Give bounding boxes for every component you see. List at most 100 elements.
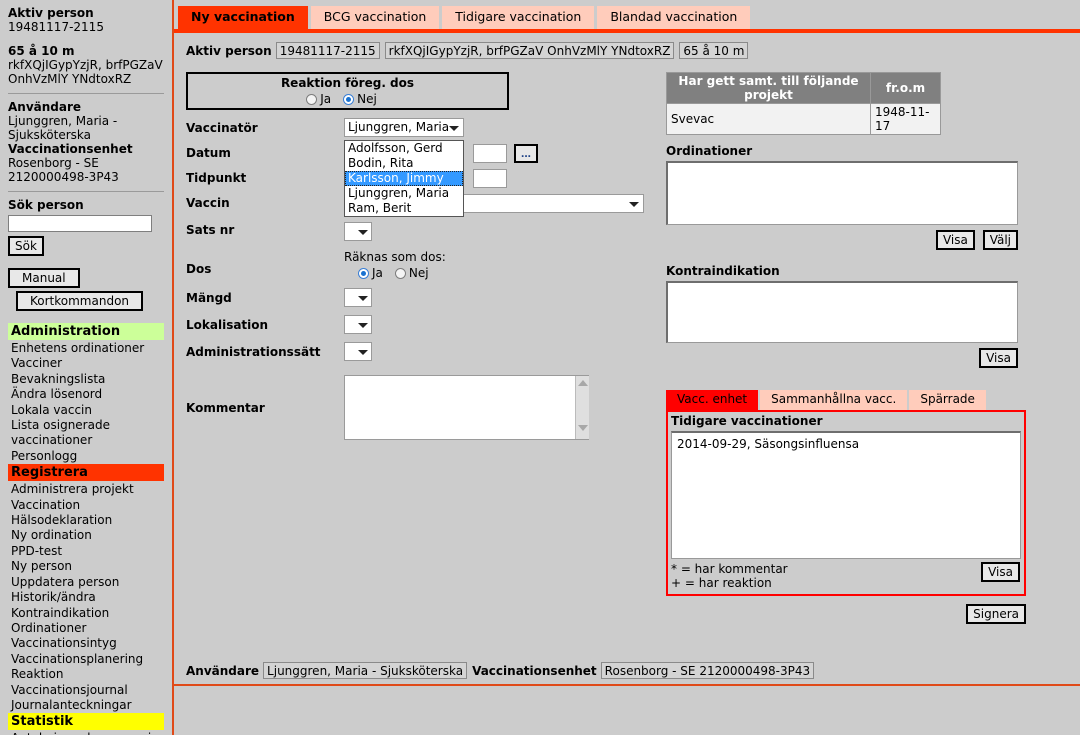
vaccinator-option-2[interactable]: Karlsson, Jimmy — [345, 171, 463, 186]
chevron-down-icon — [629, 202, 639, 207]
sidebar-item-reaktion[interactable]: Reaktion — [8, 667, 164, 682]
application-window: Aktiv person 19481117-2115 65 å 10 m rkf… — [0, 0, 1080, 735]
chevron-down-icon — [358, 350, 368, 355]
status-bar: Användare Ljunggren, Maria - Sjukskötersk… — [186, 662, 819, 679]
search-button[interactable]: Sök — [8, 236, 44, 256]
kommentar-textarea[interactable] — [344, 375, 589, 440]
divider — [8, 93, 164, 94]
project-date-cell: 1948-11-17 — [870, 103, 941, 135]
manual-button[interactable]: Manual — [8, 268, 80, 288]
datum-label: Datum — [186, 146, 231, 160]
divider — [8, 191, 164, 192]
reaction-radio-ja[interactable] — [306, 94, 318, 105]
tidpunkt-label: Tidpunkt — [186, 171, 247, 185]
tab-0[interactable]: Ny vaccination — [178, 6, 308, 29]
vaccinator-option-0[interactable]: Adolfsson, Gerd — [345, 141, 463, 156]
sats-nr-select[interactable] — [344, 222, 372, 241]
sidebar-item-hälsodeklaration[interactable]: Hälsodeklaration — [8, 513, 164, 528]
vacc-panel-tab-0[interactable]: Vacc. enhet — [666, 390, 759, 410]
status-bar-divider — [174, 684, 1080, 686]
previous-vaccinations-list[interactable]: 2014-09-29, Säsongsinfluensa — [671, 431, 1021, 559]
ordinationer-listbox[interactable] — [666, 161, 1018, 225]
datum-picker-button[interactable]: ... — [514, 144, 538, 163]
chevron-down-icon — [358, 296, 368, 301]
ordinationer-button-row: Visa Välj — [666, 230, 1018, 250]
lokalisation-select[interactable] — [344, 315, 372, 334]
vacc-panel-tab-2[interactable]: Spärrade — [909, 390, 986, 410]
sidebar-item-vaccinationsplanering[interactable]: Vaccinationsplanering — [8, 652, 164, 667]
sidebar-item-ny-person[interactable]: Ny person — [8, 559, 164, 574]
reaction-radio-nej[interactable] — [343, 94, 355, 105]
sidebar-item-ordinationer[interactable]: Ordinationer — [8, 621, 164, 636]
sidebar-item-vacciner[interactable]: Vacciner — [8, 356, 164, 371]
kontraindikation-listbox[interactable] — [666, 281, 1018, 343]
sidebar-item-historik-ändra[interactable]: Historik/ändra — [8, 590, 164, 605]
ordinationer-select-button[interactable]: Välj — [982, 230, 1018, 250]
vaccinator-option-3[interactable]: Ljunggren, Maria — [345, 186, 463, 201]
kommentar-scrollbar[interactable] — [575, 376, 589, 439]
dos-sub-label: Räknas som dos: — [344, 250, 446, 264]
previous-vaccinations-panel: Vacc. enhet Sammanhållna vacc. Spärrade Ti… — [666, 390, 1026, 624]
list-item[interactable]: 2014-09-29, Säsongsinfluensa — [677, 436, 1015, 452]
reaction-previous-dose-group: Reaktion föreg. dos Ja Nej — [186, 72, 509, 110]
main-content: Ny vaccination BCG vaccination Tidigare va… — [172, 0, 1080, 735]
datum-input[interactable] — [473, 144, 507, 163]
tab-3[interactable]: Blandad vaccination — [597, 6, 751, 29]
scroll-down-icon[interactable] — [577, 425, 588, 431]
reaction-radio-row: Ja Nej — [188, 91, 507, 107]
vacc-panel-show-button[interactable]: Visa — [981, 562, 1020, 582]
tidpunkt-input[interactable] — [473, 169, 507, 188]
shortcuts-button[interactable]: Kortkommandon — [16, 291, 144, 311]
vacc-panel-legend: * = har kommentar + = har reaktion Visa — [668, 559, 1024, 594]
status-user-label: Användare — [186, 664, 260, 678]
menu-heading-2: Statistik — [8, 713, 164, 731]
sidebar-item-antal-givna-doser-vaccin[interactable]: Antal givna doser vaccin — [8, 731, 164, 735]
sidebar-item-bevakningslista[interactable]: Bevakningslista — [8, 372, 164, 387]
active-person-label: Aktiv person — [8, 6, 94, 20]
sidebar-item-vaccinationsintyg[interactable]: Vaccinationsintyg — [8, 636, 164, 651]
sidebar-item-vaccination[interactable]: Vaccination — [8, 498, 164, 513]
vaccinator-option-1[interactable]: Bodin, Rita — [345, 156, 463, 171]
kommentar-label: Kommentar — [186, 401, 265, 415]
active-person-bar: Aktiv person 19481117-2115 rkfXQjIGypYzjR,… — [186, 42, 753, 59]
sidebar-item-kontraindikation[interactable]: Kontraindikation — [8, 606, 164, 621]
active-person-bar-name: rkfXQjIGypYzjR, brfPGZaV OnhVzMlY YNdtox… — [384, 42, 675, 59]
sidebar-item-personlogg[interactable]: Personlogg — [8, 449, 164, 464]
table-row: Svevac 1948-11-17 — [666, 103, 941, 135]
dos-radio-ja[interactable] — [358, 268, 369, 279]
tab-label: Tidigare vaccination — [455, 9, 582, 24]
active-person-age: 65 å 10 m — [8, 44, 75, 58]
sidebar-item-ny-ordination[interactable]: Ny ordination — [8, 528, 164, 543]
sidebar-item-ppd-test[interactable]: PPD-test — [8, 544, 164, 559]
sidebar-item-journalanteckningar[interactable]: Journalanteckningar — [8, 698, 164, 713]
unit-name: Rosenborg - SE 2120000498-3P43 — [8, 156, 119, 184]
administrationssatt-select[interactable] — [344, 342, 372, 361]
vaccinator-dropdown-list[interactable]: Adolfsson, Gerd Bodin, Rita Karlsson, Jimm… — [344, 140, 464, 217]
chevron-down-icon — [358, 323, 368, 328]
sidebar-item-administrera-projekt[interactable]: Administrera projekt — [8, 482, 164, 497]
table-header-row: Har gett samt. till följande projekt fr.… — [666, 72, 941, 104]
scroll-up-icon[interactable] — [577, 380, 588, 386]
dos-radio-ja-label: Ja — [372, 266, 383, 280]
dos-radio-nej[interactable] — [394, 268, 406, 279]
sign-button[interactable]: Signera — [966, 604, 1026, 624]
sidebar-item-lista-osignerade-vaccinationer[interactable]: Lista osignerade vaccinationer — [8, 418, 164, 449]
kontraindikation-show-button[interactable]: Visa — [979, 348, 1018, 368]
sidebar-item-enhetens-ordinationer[interactable]: Enhetens ordinationer — [8, 341, 164, 356]
vaccinator-select[interactable]: Ljunggren, Maria — [344, 118, 464, 137]
sidebar-item-vaccinationsjournal[interactable]: Vaccinationsjournal — [8, 683, 164, 698]
ordinationer-show-button[interactable]: Visa — [935, 230, 975, 250]
tab-1[interactable]: BCG vaccination — [310, 6, 440, 29]
row-vaccinator: Vaccinatör Ljunggren, Maria Adolfsson, G… — [186, 118, 656, 217]
sidebar-item-ändra-lösenord[interactable]: Ändra lösenord — [8, 387, 164, 402]
sidebar-item-lokala-vaccin[interactable]: Lokala vaccin — [8, 403, 164, 418]
from-date-col-header: fr.o.m — [870, 72, 941, 104]
tab-2[interactable]: Tidigare vaccination — [442, 6, 595, 29]
unit-label: Vaccinationsenhet — [8, 142, 133, 156]
vaccinator-option-4[interactable]: Ram, Berit — [345, 201, 463, 216]
search-input[interactable] — [8, 215, 152, 232]
mangd-select[interactable] — [344, 288, 372, 307]
vacc-panel-tab-1[interactable]: Sammanhållna vacc. — [760, 390, 908, 410]
sidebar-item-uppdatera-person[interactable]: Uppdatera person — [8, 575, 164, 590]
